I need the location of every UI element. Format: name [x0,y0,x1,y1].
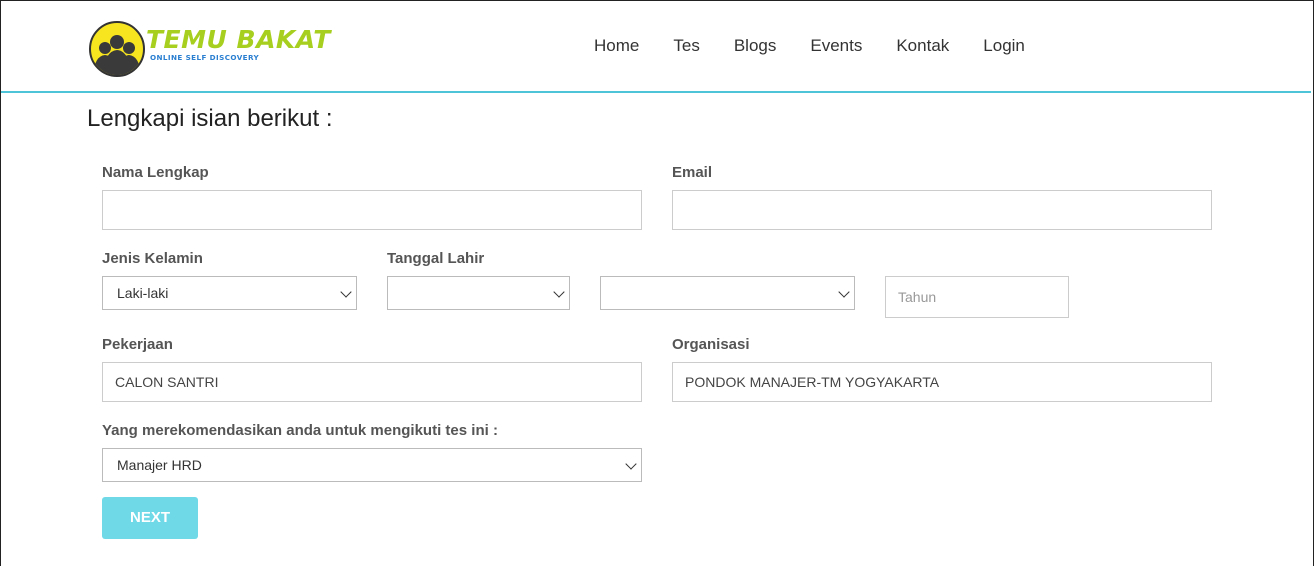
people-icon [89,21,145,77]
tanggal-month-select[interactable] [600,276,855,310]
jenis-kelamin-select[interactable]: Laki-laki [102,276,357,310]
email-label: Email [672,164,713,181]
tanggal-day-select[interactable] [387,276,570,310]
chevron-down-icon [553,286,565,298]
pekerjaan-input[interactable]: CALON SANTRI [102,362,642,402]
logo-text: TEMU BAKAT [146,25,331,54]
jenis-kelamin-label: Jenis Kelamin [102,250,203,267]
rekomendasi-value: Manajer HRD [117,457,202,473]
main-nav: Home Tes Blogs Events Kontak Login [594,36,1025,56]
logo-subtext: ONLINE SELF DISCOVERY [150,53,260,62]
site-logo[interactable]: TEMU BAKAT ONLINE SELF DISCOVERY [89,21,330,77]
page-title: Lengkapi isian berikut : [87,105,333,132]
site-header: TEMU BAKAT ONLINE SELF DISCOVERY Home Te… [1,1,1311,93]
chevron-down-icon [625,458,637,470]
jenis-kelamin-value: Laki-laki [117,285,169,301]
organisasi-label: Organisasi [672,336,750,353]
rekomendasi-select[interactable]: Manajer HRD [102,448,642,482]
chevron-down-icon [838,286,850,298]
next-button[interactable]: NEXT [102,497,198,539]
tahun-input[interactable]: Tahun [885,276,1069,318]
tanggal-lahir-label: Tanggal Lahir [387,250,485,267]
rekomendasi-label: Yang merekomendasikan anda untuk mengiku… [102,422,498,439]
email-input[interactable] [672,190,1212,230]
nav-kontak[interactable]: Kontak [896,36,949,56]
nav-events[interactable]: Events [810,36,862,56]
nav-blogs[interactable]: Blogs [734,36,777,56]
pekerjaan-label: Pekerjaan [102,336,173,353]
organisasi-input[interactable]: PONDOK MANAJER-TM YOGYAKARTA [672,362,1212,402]
nama-label: Nama Lengkap [102,164,209,181]
nav-tes[interactable]: Tes [673,36,699,56]
nav-home[interactable]: Home [594,36,639,56]
nav-login[interactable]: Login [983,36,1025,56]
chevron-down-icon [340,286,352,298]
nama-input[interactable] [102,190,642,230]
